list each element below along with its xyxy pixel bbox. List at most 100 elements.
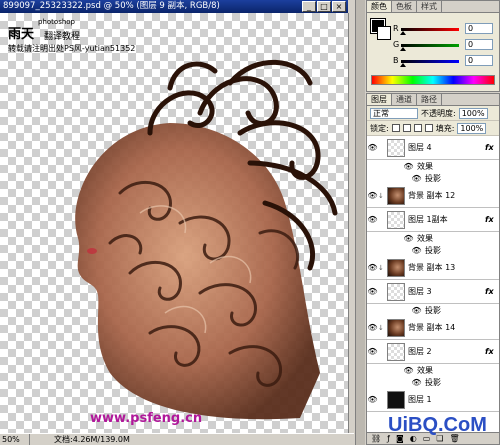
visibility-eye-icon[interactable]: 👁	[403, 366, 414, 375]
visibility-eye-icon[interactable]: 👁	[367, 263, 378, 272]
layer-thumbnail[interactable]	[387, 258, 405, 277]
slider-track[interactable]	[401, 60, 459, 63]
layer-effects-icon[interactable]: fx	[485, 143, 499, 152]
layer-thumbnail[interactable]	[387, 186, 405, 205]
effect-row[interactable]: 👁 投影	[367, 244, 499, 256]
layer-row[interactable]: 👁 图层 1副本 fx	[367, 208, 499, 232]
slider-value-field[interactable]: 0	[465, 23, 493, 34]
effect-name: 效果	[417, 365, 433, 375]
visibility-eye-icon[interactable]: 👁	[411, 246, 422, 255]
slider-value-field[interactable]: 0	[465, 55, 493, 66]
lock-all-icon[interactable]	[424, 124, 433, 132]
effect-name: 投影	[425, 173, 441, 183]
slider-track[interactable]	[401, 44, 459, 47]
layer-row[interactable]: 👁 图层 1	[367, 388, 499, 412]
document-canvas[interactable]: 雨天 photoshop 翻译教程 转载请注明出处PS风-yutian51352…	[0, 13, 348, 433]
maximize-button[interactable]: □	[317, 1, 331, 12]
layer-thumbnail[interactable]	[387, 282, 405, 301]
fill-field[interactable]: 100%	[457, 122, 487, 134]
layer-thumbnail[interactable]	[387, 390, 405, 409]
layer-thumbnail[interactable]	[387, 318, 405, 337]
layers-panel-tab-0[interactable]: 图层	[367, 94, 392, 105]
layer-name[interactable]: 背景 副本 14	[408, 322, 485, 333]
layer-effects-icon[interactable]: fx	[485, 347, 499, 356]
watermark-psfeng: www.psfeng.cn	[90, 411, 203, 426]
visibility-eye-icon[interactable]: 👁	[367, 143, 378, 152]
blend-mode-select[interactable]: 正常	[370, 107, 418, 119]
color-slider-g[interactable]: G0	[393, 39, 497, 52]
layer-name[interactable]: 背景 副本 13	[408, 262, 485, 273]
close-button[interactable]: ×	[332, 1, 346, 12]
layer-row[interactable]: 👁 图层 4 fx	[367, 136, 499, 160]
visibility-eye-icon[interactable]: 👁	[367, 191, 378, 200]
color-panel-tab-0[interactable]: 颜色	[367, 1, 392, 12]
slider-label: G	[393, 40, 400, 49]
effect-row[interactable]: 👁 投影	[367, 304, 499, 316]
visibility-eye-icon[interactable]: 👁	[411, 174, 422, 183]
layers-panel-tab-1[interactable]: 通道	[392, 94, 417, 105]
minimize-button[interactable]: _	[302, 1, 316, 12]
document-title-bar[interactable]: 899097_25323322.psd @ 50% (图层 9 副本, RGB/…	[0, 0, 348, 13]
lock-pixels-icon[interactable]	[402, 124, 411, 132]
layer-name[interactable]: 图层 2	[408, 346, 485, 357]
visibility-eye-icon[interactable]: 👁	[403, 162, 414, 171]
visibility-eye-icon[interactable]: 👁	[367, 347, 378, 356]
visibility-eye-icon[interactable]: 👁	[411, 306, 422, 315]
layer-name[interactable]: 图层 3	[408, 286, 485, 297]
link-layers-icon[interactable]: ⛓	[371, 434, 381, 443]
color-panel-tab-1[interactable]: 色板	[392, 1, 417, 12]
opacity-field[interactable]: 100%	[458, 107, 488, 119]
lock-position-icon[interactable]	[413, 124, 422, 132]
slider-track[interactable]	[401, 28, 459, 31]
layer-row[interactable]: 👁 图层 2 fx	[367, 340, 499, 364]
layer-row[interactable]: 👁 图层 3 fx	[367, 280, 499, 304]
clip-link-icon: ↓	[378, 323, 384, 332]
clip-link-icon: ↓	[378, 191, 384, 200]
layer-thumbnail[interactable]	[387, 210, 405, 229]
visibility-eye-icon[interactable]: 👁	[403, 234, 414, 243]
effect-row[interactable]: 👁 投影	[367, 376, 499, 388]
color-panel-tab-2[interactable]: 样式	[417, 1, 442, 12]
fill-label: 填充:	[435, 123, 455, 133]
zoom-level[interactable]: 50%	[0, 434, 30, 445]
layer-row[interactable]: 👁 ↓ 背景 副本 14	[367, 316, 499, 340]
visibility-eye-icon[interactable]: 👁	[367, 215, 378, 224]
lock-transparency-icon[interactable]	[391, 124, 400, 132]
effects-group-row[interactable]: 👁 效果	[367, 232, 499, 244]
effects-group-row[interactable]: 👁 效果	[367, 160, 499, 172]
layer-row[interactable]: 👁 ↓ 背景 副本 13	[367, 256, 499, 280]
layer-name[interactable]: 图层 4	[408, 142, 485, 153]
layers-panel: 图层 通道 路径 正常 不透明度: 100% 锁定: 填充: 100% 👁 图层 4f…	[366, 93, 500, 445]
color-slider-b[interactable]: B0	[393, 55, 497, 68]
panel-dock-strip[interactable]	[355, 0, 365, 445]
slider-knob[interactable]	[400, 63, 406, 67]
layer-effects-icon[interactable]: fx	[485, 287, 499, 296]
layer-thumbnail[interactable]	[387, 138, 405, 157]
color-spectrum-bar[interactable]	[371, 75, 495, 85]
slider-knob[interactable]	[400, 31, 406, 35]
slider-value-field[interactable]: 0	[465, 39, 493, 50]
layer-name[interactable]: 背景 副本 12	[408, 190, 485, 201]
background-color-swatch[interactable]	[377, 26, 391, 40]
layer-row[interactable]: 👁 ↓ 背景 副本 12	[367, 184, 499, 208]
layers-panel-tab-2[interactable]: 路径	[417, 94, 442, 105]
layer-thumbnail[interactable]	[387, 342, 405, 361]
layer-effects-icon[interactable]: fx	[485, 215, 499, 224]
slider-knob[interactable]	[400, 47, 406, 51]
layer-name[interactable]: 图层 1副本	[408, 214, 485, 225]
color-slider-r[interactable]: R0	[393, 23, 497, 36]
effect-row[interactable]: 👁 投影	[367, 172, 499, 184]
visibility-eye-icon[interactable]: 👁	[411, 378, 422, 387]
visibility-eye-icon[interactable]: 👁	[367, 287, 378, 296]
layer-name[interactable]: 图层 1	[408, 394, 485, 405]
credit-subtitle: photoshop	[38, 18, 75, 26]
lock-label: 锁定:	[370, 123, 389, 133]
opacity-label: 不透明度:	[421, 108, 456, 118]
visibility-eye-icon[interactable]: 👁	[367, 395, 378, 404]
vertical-scrollbar[interactable]	[348, 13, 354, 433]
document-info[interactable]: 文档:4.26M/139.0M	[30, 434, 130, 445]
effects-group-row[interactable]: 👁 效果	[367, 364, 499, 376]
visibility-eye-icon[interactable]: 👁	[367, 323, 378, 332]
layer-list[interactable]: 👁 图层 4 fx 👁 效果 👁 投影 👁 ↓ 背景 副本 12 👁 图层 1副本 fx 👁 效果 👁 投影 👁 ↓…	[367, 136, 499, 432]
slider-label: R	[393, 24, 399, 33]
